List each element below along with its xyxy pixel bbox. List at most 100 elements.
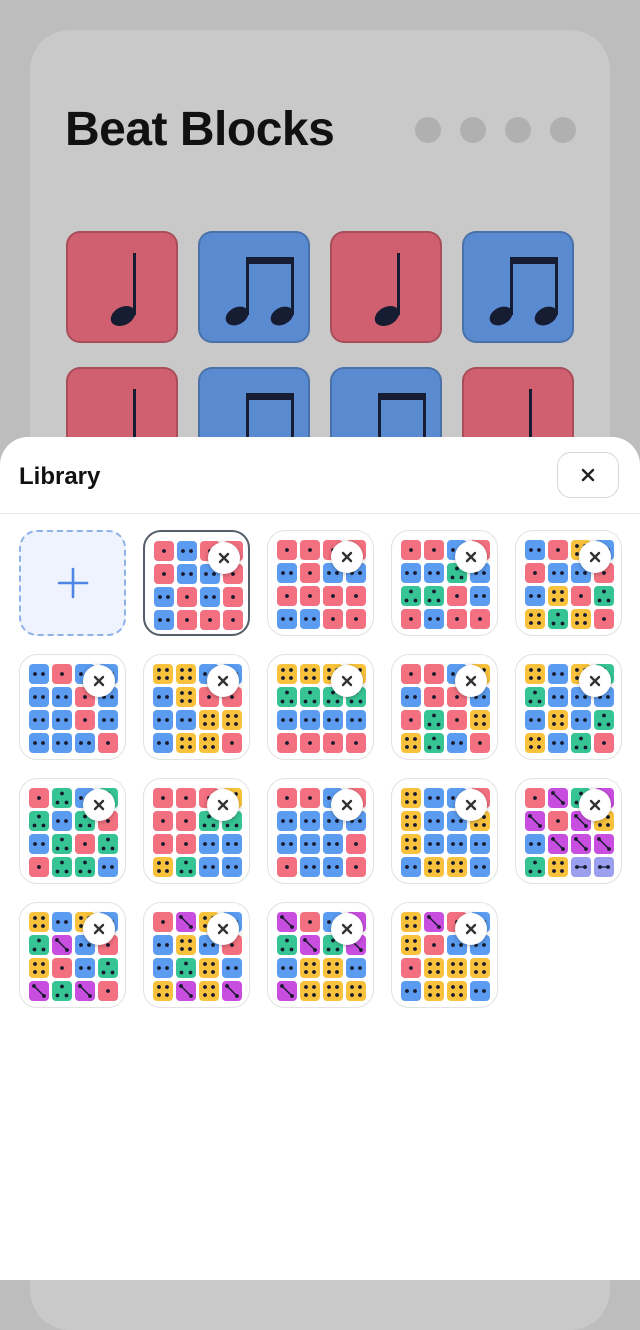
delete-preset-button[interactable] [207,789,239,821]
close-icon [217,675,229,687]
preset-card[interactable] [391,902,498,1008]
preset-card[interactable] [19,778,126,884]
cell-dots-icon [327,865,339,869]
close-icon [465,799,477,811]
preset-card[interactable] [515,654,622,760]
cell-dots-icon [552,695,564,699]
preset-card[interactable] [143,654,250,760]
preset-cell [300,664,320,684]
delete-preset-button[interactable] [83,665,115,697]
quarter-note-icon [110,253,136,327]
preset-cell [548,788,568,808]
delete-preset-button[interactable] [331,913,363,945]
preset-card[interactable] [143,530,250,636]
cell-dots-icon [184,796,188,800]
delete-preset-button[interactable] [455,789,487,821]
cell-dots-icon [181,572,193,576]
preset-card[interactable] [143,778,250,884]
preset-cell [277,687,297,707]
preset-cell [424,733,444,753]
cell-dots-icon [203,985,215,997]
delete-preset-button[interactable] [331,789,363,821]
delete-preset-button[interactable] [455,541,487,573]
preset-cell [401,609,421,629]
preset-cell [424,563,444,583]
cell-dots-icon [455,718,459,722]
delete-preset-button[interactable] [331,665,363,697]
cell-dots-icon [157,966,169,970]
preset-card[interactable] [515,778,622,884]
library-header: Library [0,437,640,514]
preset-cell [223,587,243,607]
page-dot[interactable] [550,117,576,143]
preset-cell [571,586,591,606]
preset-cell [75,981,95,1001]
beat-tile[interactable] [330,231,442,343]
beat-tile[interactable] [462,231,574,343]
delete-preset-button[interactable] [207,665,239,697]
preset-cell [176,710,196,730]
cell-dots-icon [451,741,463,745]
delete-preset-button[interactable] [83,789,115,821]
beat-tile[interactable] [198,231,310,343]
preset-card[interactable] [143,902,250,1008]
preset-card[interactable] [267,530,374,636]
preset-card[interactable] [515,530,622,636]
cell-dots-icon [102,865,114,869]
preset-cell [424,857,444,877]
preset-card[interactable] [391,530,498,636]
cell-dots-icon [56,920,68,924]
preset-cell [300,563,320,583]
preset-cell [594,733,614,753]
preset-cell [470,609,490,629]
page-dot[interactable] [460,117,486,143]
cell-dots-icon [529,718,541,722]
preset-cell [300,609,320,629]
preset-cell [277,935,297,955]
add-preset-button[interactable] [19,530,126,636]
cell-dots-icon [474,962,486,974]
delete-preset-button[interactable] [207,913,239,945]
delete-preset-button[interactable] [208,542,240,574]
preset-cell [401,586,421,606]
preset-cell [548,609,568,629]
cell-dots-icon [203,962,215,974]
preset-card[interactable] [267,654,374,760]
preset-card[interactable] [19,654,126,760]
delete-preset-button[interactable] [331,541,363,573]
preset-cell [525,609,545,629]
delete-preset-button[interactable] [83,913,115,945]
preset-cell [29,811,49,831]
cell-dots-icon [285,594,289,598]
preset-cell [323,857,343,877]
delete-preset-button[interactable] [579,789,611,821]
library-sheet: Library [0,437,640,1280]
cell-dots-icon [56,695,68,699]
delete-preset-button[interactable] [455,665,487,697]
page-dot[interactable] [505,117,531,143]
preset-card[interactable] [391,778,498,884]
cell-dots-icon [409,672,413,676]
preset-card[interactable] [391,654,498,760]
eighth-pair-icon [225,257,294,326]
cell-dots-icon [552,861,564,873]
page-dot[interactable] [415,117,441,143]
preset-card[interactable] [19,902,126,1008]
preset-card[interactable] [267,778,374,884]
preset-cell [277,912,297,932]
delete-preset-button[interactable] [455,913,487,945]
close-library-button[interactable] [557,452,619,498]
preset-cell [548,733,568,753]
delete-preset-button[interactable] [579,665,611,697]
close-icon [93,675,105,687]
preset-cell [199,981,219,1001]
delete-preset-button[interactable] [579,541,611,573]
preset-cell [177,610,197,630]
cell-dots-icon [157,695,169,699]
preset-cell [594,586,614,606]
beat-tile[interactable] [66,231,178,343]
cell-dots-icon [157,985,169,997]
cell-dots-icon [308,920,312,924]
preset-cell [75,834,95,854]
preset-card[interactable] [267,902,374,1008]
